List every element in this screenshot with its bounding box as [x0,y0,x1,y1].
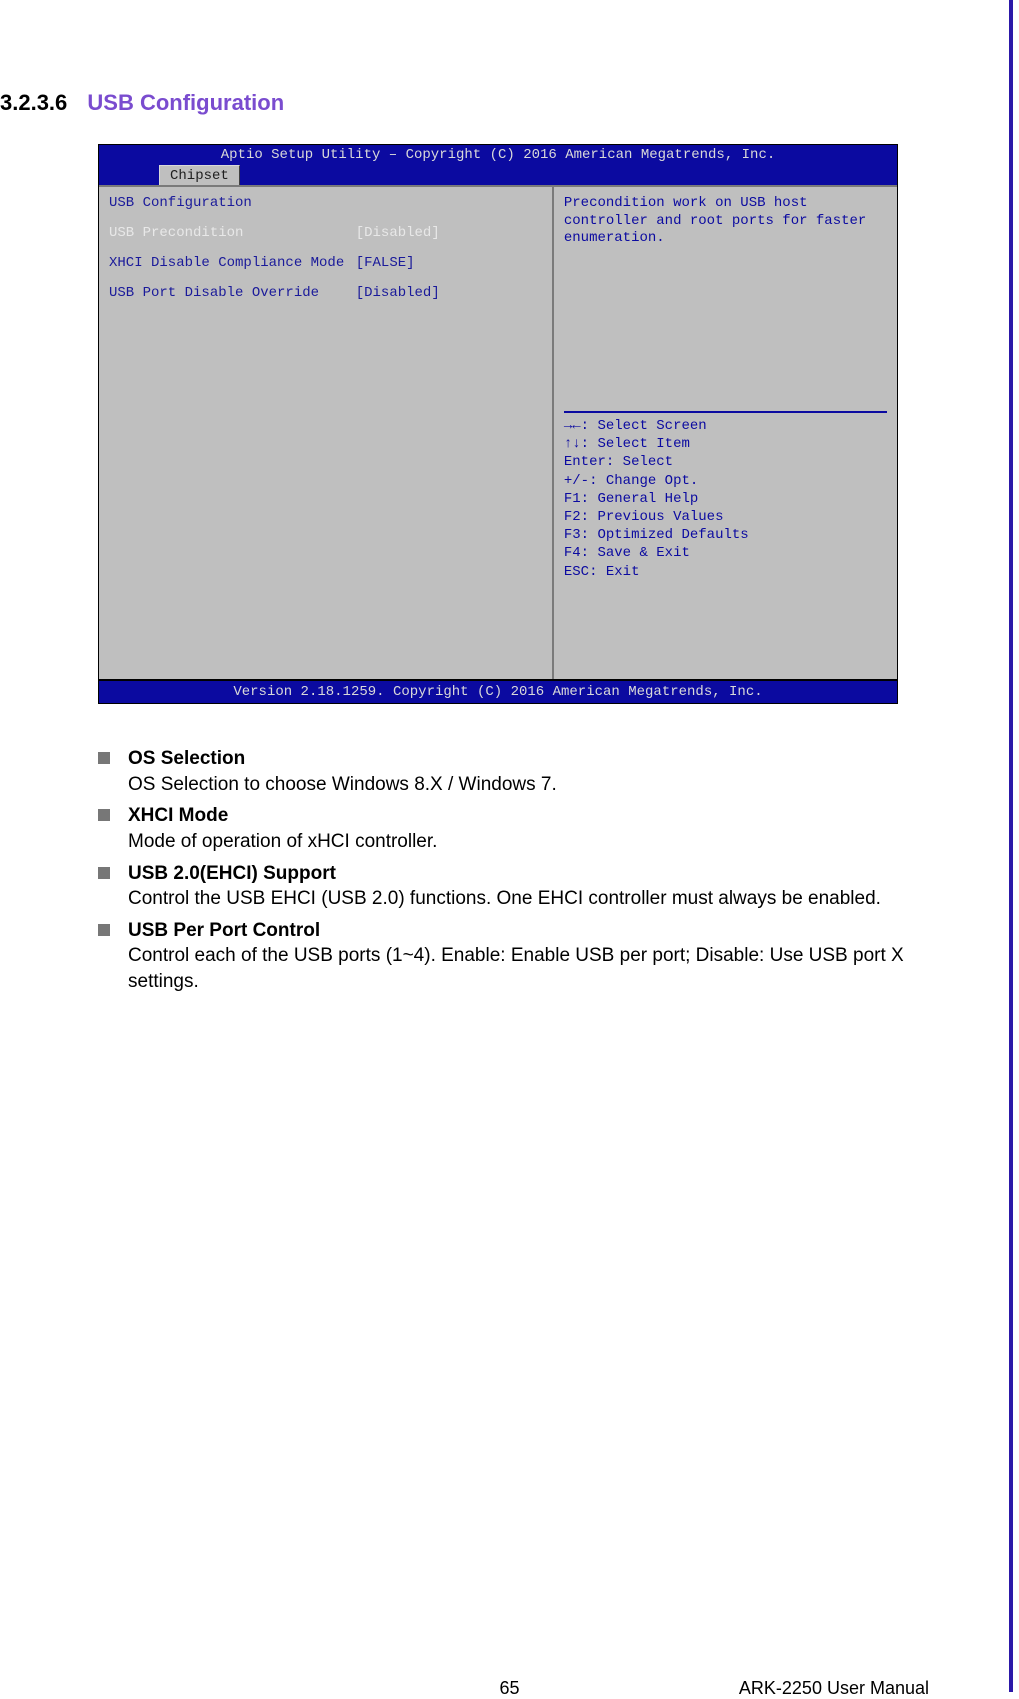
bullet-icon [98,867,110,879]
bullet-desc: Mode of operation of xHCI controller. [128,829,918,855]
bios-option-label: USB Precondition [109,225,356,241]
section-heading: 3.2.3.6 USB Configuration [0,90,929,116]
bios-title-bar: Aptio Setup Utility – Copyright (C) 2016… [99,145,897,165]
bios-footer: Version 2.18.1259. Copyright (C) 2016 Am… [99,679,897,703]
key-enter: Enter: Select [564,453,887,471]
bullet-desc: Control each of the USB ports (1~4). Ena… [128,943,918,994]
key-select-item: ↑↓: Select Item [564,435,887,453]
bios-body: USB Configuration USB Precondition [Disa… [99,185,897,679]
key-f3: F3: Optimized Defaults [564,526,887,544]
side-rule [1009,0,1013,1692]
bullet-icon [98,752,110,764]
bullet-title: USB 2.0(EHCI) Support [128,861,918,887]
bullet-item: XHCI Mode Mode of operation of xHCI cont… [98,803,918,854]
bios-option-value: [Disabled] [356,285,542,301]
page-number: 65 [499,1678,519,1699]
bullet-title: XHCI Mode [128,803,918,829]
bullet-title: OS Selection [128,746,918,772]
bios-option-row[interactable]: XHCI Disable Compliance Mode [FALSE] [109,255,542,271]
bios-key-legend: →←: Select Screen ↑↓: Select Item Enter:… [564,417,887,581]
key-f4: F4: Save & Exit [564,544,887,562]
bullet-item: USB Per Port Control Control each of the… [98,918,918,995]
bios-option-value: [FALSE] [356,255,542,271]
key-change: +/-: Change Opt. [564,472,887,490]
manual-page: 3.2.3.6 USB Configuration Aptio Setup Ut… [0,0,1019,1692]
bullet-item: USB 2.0(EHCI) Support Control the USB EH… [98,861,918,912]
bios-window: Aptio Setup Utility – Copyright (C) 2016… [98,144,898,704]
bullet-list: OS Selection OS Selection to choose Wind… [98,746,918,995]
key-esc: ESC: Exit [564,563,887,581]
bios-option-row[interactable]: USB Precondition [Disabled] [109,225,542,241]
bullet-title: USB Per Port Control [128,918,918,944]
manual-title: ARK-2250 User Manual [739,1678,929,1699]
bios-divider [564,411,887,413]
key-select-screen: →←: Select Screen [564,417,887,435]
bios-left-pane: USB Configuration USB Precondition [Disa… [99,187,554,679]
bios-option-value: [Disabled] [356,225,542,241]
bullet-desc: OS Selection to choose Windows 8.X / Win… [128,772,918,798]
key-f2: F2: Previous Values [564,508,887,526]
bios-right-pane: Precondition work on USB host controller… [554,187,897,679]
bullet-icon [98,924,110,936]
bullet-desc: Control the USB EHCI (USB 2.0) functions… [128,886,918,912]
bios-option-label: USB Port Disable Override [109,285,356,301]
section-title: USB Configuration [87,90,284,115]
bios-section-title: USB Configuration [109,195,542,211]
key-f1: F1: General Help [564,490,887,508]
bios-option-label: XHCI Disable Compliance Mode [109,255,356,271]
bios-tab-chipset[interactable]: Chipset [159,165,240,185]
section-number: 3.2.3.6 [0,90,67,115]
bios-tab-bar: Chipset [99,165,897,185]
bios-screenshot: Aptio Setup Utility – Copyright (C) 2016… [98,144,898,704]
bios-help-text: Precondition work on USB host controller… [564,195,887,405]
bullet-icon [98,809,110,821]
bios-option-row[interactable]: USB Port Disable Override [Disabled] [109,285,542,301]
bullet-item: OS Selection OS Selection to choose Wind… [98,746,918,797]
